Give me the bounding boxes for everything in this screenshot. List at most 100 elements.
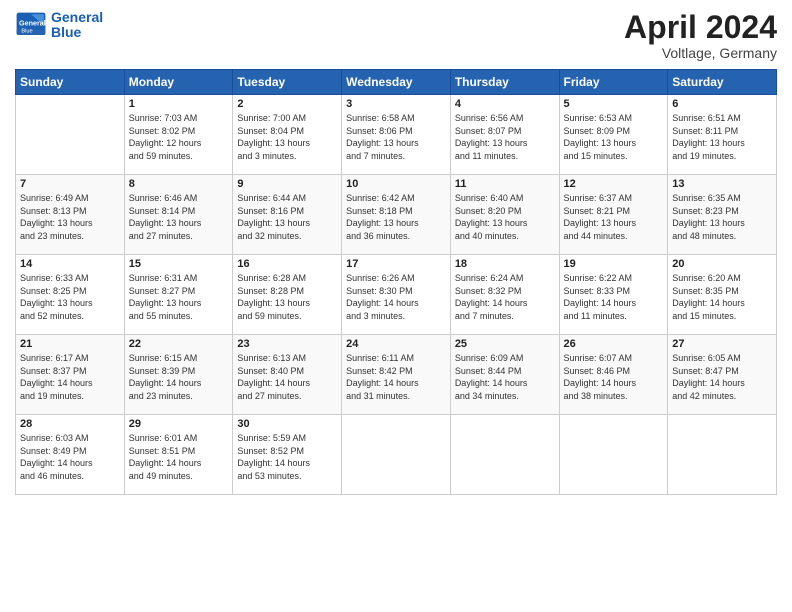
day-info: Sunrise: 6:37 AMSunset: 8:21 PMDaylight:… xyxy=(564,192,664,242)
day-number: 17 xyxy=(346,258,446,270)
day-cell xyxy=(16,95,125,175)
day-info: Sunrise: 6:26 AMSunset: 8:30 PMDaylight:… xyxy=(346,272,446,322)
day-info: Sunrise: 6:20 AMSunset: 8:35 PMDaylight:… xyxy=(672,272,772,322)
day-info: Sunrise: 5:59 AMSunset: 8:52 PMDaylight:… xyxy=(237,432,337,482)
day-number: 12 xyxy=(564,178,664,190)
day-info: Sunrise: 6:31 AMSunset: 8:27 PMDaylight:… xyxy=(129,272,229,322)
day-info: Sunrise: 6:42 AMSunset: 8:18 PMDaylight:… xyxy=(346,192,446,242)
day-cell: 9 Sunrise: 6:44 AMSunset: 8:16 PMDaylight… xyxy=(233,175,342,255)
title-block: April 2024 Voltlage, Germany xyxy=(624,10,777,61)
col-header-friday: Friday xyxy=(559,70,668,95)
day-number: 7 xyxy=(20,178,120,190)
day-cell: 23 Sunrise: 6:13 AMSunset: 8:40 PMDayligh… xyxy=(233,335,342,415)
day-info: Sunrise: 6:44 AMSunset: 8:16 PMDaylight:… xyxy=(237,192,337,242)
col-header-sunday: Sunday xyxy=(16,70,125,95)
day-cell: 16 Sunrise: 6:28 AMSunset: 8:28 PMDayligh… xyxy=(233,255,342,335)
day-info: Sunrise: 6:28 AMSunset: 8:28 PMDaylight:… xyxy=(237,272,337,322)
day-info: Sunrise: 6:58 AMSunset: 8:06 PMDaylight:… xyxy=(346,112,446,162)
day-number: 10 xyxy=(346,178,446,190)
day-number: 30 xyxy=(237,418,337,430)
week-row-2: 7 Sunrise: 6:49 AMSunset: 8:13 PMDaylight… xyxy=(16,175,777,255)
calendar-table: SundayMondayTuesdayWednesdayThursdayFrid… xyxy=(15,69,777,495)
col-header-thursday: Thursday xyxy=(450,70,559,95)
day-info: Sunrise: 6:46 AMSunset: 8:14 PMDaylight:… xyxy=(129,192,229,242)
day-cell: 5 Sunrise: 6:53 AMSunset: 8:09 PMDaylight… xyxy=(559,95,668,175)
day-info: Sunrise: 6:56 AMSunset: 8:07 PMDaylight:… xyxy=(455,112,555,162)
day-info: Sunrise: 6:03 AMSunset: 8:49 PMDaylight:… xyxy=(20,432,120,482)
col-header-monday: Monday xyxy=(124,70,233,95)
day-number: 14 xyxy=(20,258,120,270)
day-cell: 8 Sunrise: 6:46 AMSunset: 8:14 PMDaylight… xyxy=(124,175,233,255)
day-info: Sunrise: 6:49 AMSunset: 8:13 PMDaylight:… xyxy=(20,192,120,242)
day-cell: 15 Sunrise: 6:31 AMSunset: 8:27 PMDayligh… xyxy=(124,255,233,335)
day-info: Sunrise: 6:15 AMSunset: 8:39 PMDaylight:… xyxy=(129,352,229,402)
day-number: 6 xyxy=(672,98,772,110)
day-number: 4 xyxy=(455,98,555,110)
week-row-1: 1Sunrise: 7:03 AMSunset: 8:02 PMDaylight… xyxy=(16,95,777,175)
day-cell xyxy=(668,415,777,495)
day-cell: 18Sunrise: 6:24 AMSunset: 8:32 PMDayligh… xyxy=(450,255,559,335)
day-info: Sunrise: 6:17 AMSunset: 8:37 PMDaylight:… xyxy=(20,352,120,402)
day-number: 29 xyxy=(129,418,229,430)
day-number: 9 xyxy=(237,178,337,190)
day-number: 13 xyxy=(672,178,772,190)
day-info: Sunrise: 6:07 AMSunset: 8:46 PMDaylight:… xyxy=(564,352,664,402)
day-cell: 27 Sunrise: 6:05 AMSunset: 8:47 PMDayligh… xyxy=(668,335,777,415)
day-number: 5 xyxy=(564,98,664,110)
day-info: Sunrise: 7:00 AMSunset: 8:04 PMDaylight:… xyxy=(237,112,337,162)
month-title: April 2024 xyxy=(624,10,777,45)
day-info: Sunrise: 6:13 AMSunset: 8:40 PMDaylight:… xyxy=(237,352,337,402)
header-row: SundayMondayTuesdayWednesdayThursdayFrid… xyxy=(16,70,777,95)
svg-text:General: General xyxy=(19,19,46,28)
day-info: Sunrise: 6:05 AMSunset: 8:47 PMDaylight:… xyxy=(672,352,772,402)
col-header-wednesday: Wednesday xyxy=(342,70,451,95)
col-header-saturday: Saturday xyxy=(668,70,777,95)
day-cell: 28 Sunrise: 6:03 AMSunset: 8:49 PMDayligh… xyxy=(16,415,125,495)
day-cell: 13Sunrise: 6:35 AMSunset: 8:23 PMDayligh… xyxy=(668,175,777,255)
week-row-3: 14 Sunrise: 6:33 AMSunset: 8:25 PMDayligh… xyxy=(16,255,777,335)
day-cell: 30 Sunrise: 5:59 AMSunset: 8:52 PMDayligh… xyxy=(233,415,342,495)
day-info: Sunrise: 6:40 AMSunset: 8:20 PMDaylight:… xyxy=(455,192,555,242)
week-row-5: 28 Sunrise: 6:03 AMSunset: 8:49 PMDayligh… xyxy=(16,415,777,495)
day-number: 20 xyxy=(672,258,772,270)
header: General Blue General Blue April 2024 Vol… xyxy=(15,10,777,61)
logo-text: General Blue xyxy=(51,10,103,41)
day-info: Sunrise: 6:33 AMSunset: 8:25 PMDaylight:… xyxy=(20,272,120,322)
day-cell xyxy=(559,415,668,495)
col-header-tuesday: Tuesday xyxy=(233,70,342,95)
day-number: 8 xyxy=(129,178,229,190)
day-number: 27 xyxy=(672,338,772,350)
day-number: 19 xyxy=(564,258,664,270)
day-cell: 2 Sunrise: 7:00 AMSunset: 8:04 PMDaylight… xyxy=(233,95,342,175)
day-cell: 20 Sunrise: 6:20 AMSunset: 8:35 PMDayligh… xyxy=(668,255,777,335)
day-info: Sunrise: 6:22 AMSunset: 8:33 PMDaylight:… xyxy=(564,272,664,322)
day-info: Sunrise: 6:11 AMSunset: 8:42 PMDaylight:… xyxy=(346,352,446,402)
svg-text:Blue: Blue xyxy=(21,29,32,35)
day-cell: 24 Sunrise: 6:11 AMSunset: 8:42 PMDayligh… xyxy=(342,335,451,415)
day-cell xyxy=(342,415,451,495)
day-cell: 6Sunrise: 6:51 AMSunset: 8:11 PMDaylight… xyxy=(668,95,777,175)
day-cell xyxy=(450,415,559,495)
day-cell: 19 Sunrise: 6:22 AMSunset: 8:33 PMDayligh… xyxy=(559,255,668,335)
day-number: 25 xyxy=(455,338,555,350)
day-info: Sunrise: 7:03 AMSunset: 8:02 PMDaylight:… xyxy=(129,112,229,162)
day-number: 23 xyxy=(237,338,337,350)
day-cell: 26Sunrise: 6:07 AMSunset: 8:46 PMDayligh… xyxy=(559,335,668,415)
day-number: 11 xyxy=(455,178,555,190)
day-cell: 17 Sunrise: 6:26 AMSunset: 8:30 PMDayligh… xyxy=(342,255,451,335)
day-cell: 3Sunrise: 6:58 AMSunset: 8:06 PMDaylight… xyxy=(342,95,451,175)
day-number: 16 xyxy=(237,258,337,270)
day-cell: 10 Sunrise: 6:42 AMSunset: 8:18 PMDayligh… xyxy=(342,175,451,255)
day-cell: 4 Sunrise: 6:56 AMSunset: 8:07 PMDaylight… xyxy=(450,95,559,175)
day-number: 15 xyxy=(129,258,229,270)
day-info: Sunrise: 6:53 AMSunset: 8:09 PMDaylight:… xyxy=(564,112,664,162)
week-row-4: 21Sunrise: 6:17 AMSunset: 8:37 PMDayligh… xyxy=(16,335,777,415)
day-number: 2 xyxy=(237,98,337,110)
day-number: 24 xyxy=(346,338,446,350)
day-cell: 21Sunrise: 6:17 AMSunset: 8:37 PMDayligh… xyxy=(16,335,125,415)
day-info: Sunrise: 6:24 AMSunset: 8:32 PMDaylight:… xyxy=(455,272,555,322)
day-cell: 29Sunrise: 6:01 AMSunset: 8:51 PMDayligh… xyxy=(124,415,233,495)
day-cell: 11 Sunrise: 6:40 AMSunset: 8:20 PMDayligh… xyxy=(450,175,559,255)
day-number: 28 xyxy=(20,418,120,430)
day-cell: 7 Sunrise: 6:49 AMSunset: 8:13 PMDaylight… xyxy=(16,175,125,255)
